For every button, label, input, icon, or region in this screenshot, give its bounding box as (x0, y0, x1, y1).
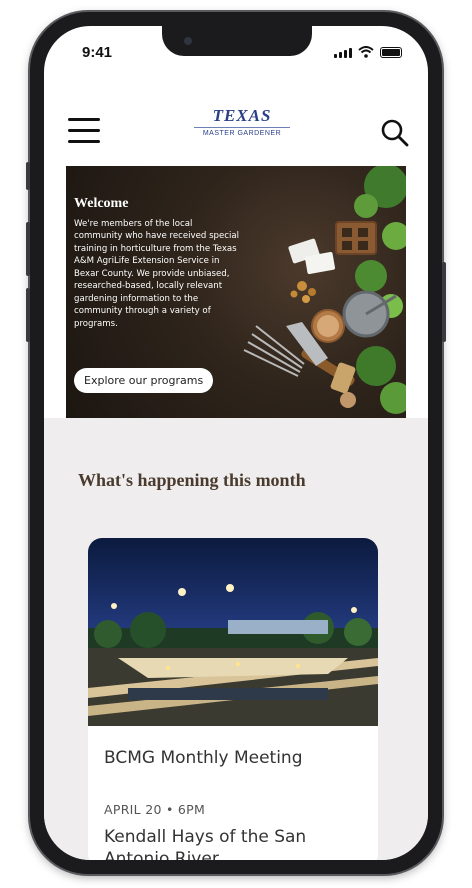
volume-down-button (26, 288, 30, 342)
welcome-hero: Welcome We're members of the local commu… (66, 166, 406, 418)
notch (162, 26, 312, 56)
explore-programs-button[interactable]: Explore our programs (74, 368, 214, 393)
event-date: APRIL 20 • 6PM (104, 802, 206, 817)
status-icons (334, 46, 402, 58)
hero-description: We're members of the local community who… (74, 219, 240, 329)
volume-up-button (26, 222, 30, 276)
logo-top-text: TEXAS (212, 106, 272, 125)
event-title: BCMG Monthly Meeting (104, 748, 303, 768)
mute-switch (26, 162, 30, 190)
event-card[interactable]: BCMG Monthly Meeting APRIL 20 • 6PM Kend… (88, 538, 378, 860)
logo-bottom-text: MASTER GARDENER (194, 127, 290, 137)
cellular-signal-icon (334, 48, 352, 58)
power-button (442, 262, 446, 342)
texas-master-gardener-logo[interactable]: TEXAS MASTER GARDENER (194, 106, 290, 158)
app-header: TEXAS MASTER GARDENER (44, 106, 428, 166)
hero-text: Welcome We're members of the local commu… (74, 196, 242, 330)
camera-icon (184, 37, 192, 45)
search-icon[interactable] (380, 118, 410, 148)
screen: 9:41 TEXAS MASTER GARDENER Welcome We're… (44, 26, 428, 860)
events-section: What's happening this month BCMG Monthly… (44, 418, 428, 860)
phone-frame: 9:41 TEXAS MASTER GARDENER Welcome We're… (26, 12, 446, 874)
status-time: 9:41 (82, 44, 113, 61)
battery-icon (380, 47, 402, 58)
wifi-icon (358, 46, 374, 58)
event-photo (88, 538, 378, 726)
hamburger-menu-icon[interactable] (68, 118, 100, 144)
hero-title: Welcome (74, 196, 129, 211)
section-title: What's happening this month (78, 470, 306, 490)
event-subtitle: Kendall Hays of the San Antonio River (104, 827, 307, 860)
